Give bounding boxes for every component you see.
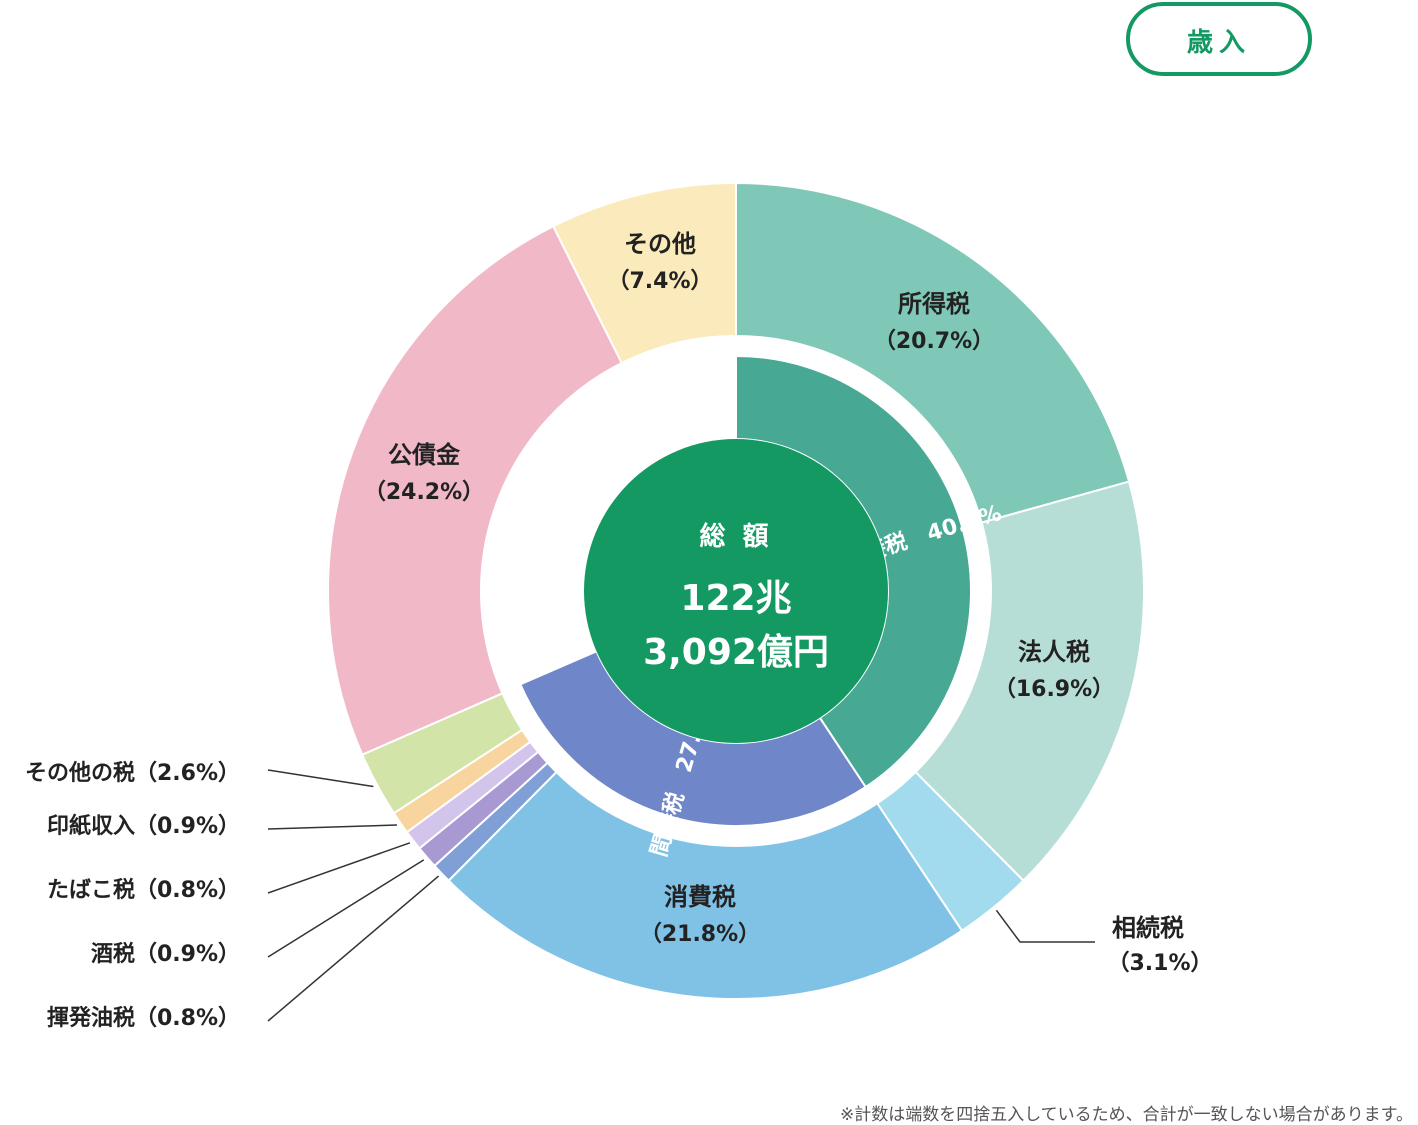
label-name-3: 消費税 xyxy=(664,883,736,911)
badge-label: 歳入 xyxy=(1187,28,1251,58)
label-name-2: 相続税 xyxy=(1112,914,1184,942)
label-name-9: 公債金 xyxy=(388,441,461,469)
revenue-donut-chart: 歳入 直接税 40.7%間接税 27.8% 所得税（20.7%）法人税（16.9… xyxy=(25,2,1413,1125)
leader-line-2 xyxy=(995,909,1095,943)
label-5: 酒税（0.9%） xyxy=(91,941,240,967)
label-6: たばこ税（0.8%） xyxy=(47,877,240,903)
label-pct-1: （16.9%） xyxy=(994,677,1114,702)
leader-line-6 xyxy=(267,842,411,894)
label-pct-3: （21.8%） xyxy=(640,922,760,947)
center-disc: 総 額 122兆 3,092億円 xyxy=(584,439,888,743)
label-pct-10: （7.4%） xyxy=(607,269,712,294)
label-4: 揮発油税（0.8%） xyxy=(47,1005,240,1031)
label-name-0: 所得税 xyxy=(898,290,970,318)
label-8: その他の税（2.6%） xyxy=(25,760,240,786)
leader-line-8 xyxy=(267,769,374,788)
label-7: 印紙収入（0.9%） xyxy=(47,813,240,839)
label-name-1: 法人税 xyxy=(1018,638,1090,666)
label-pct-9: （24.2%） xyxy=(364,480,484,505)
footnote: ※計数は端数を四捨五入しているため、合計が一致しない場合があります。 xyxy=(840,1105,1413,1125)
center-label: 総 額 xyxy=(699,521,772,552)
leader-line-7 xyxy=(267,824,397,830)
label-pct-0: （20.7%） xyxy=(874,329,994,354)
leader-line-4 xyxy=(267,875,440,1022)
badge: 歳入 xyxy=(1126,2,1312,76)
label-pct-2: （3.1%） xyxy=(1107,951,1212,976)
center-value-line2: 3,092億円 xyxy=(643,632,829,673)
label-name-10: その他 xyxy=(624,230,696,258)
center-value-line1: 122兆 xyxy=(680,578,791,619)
